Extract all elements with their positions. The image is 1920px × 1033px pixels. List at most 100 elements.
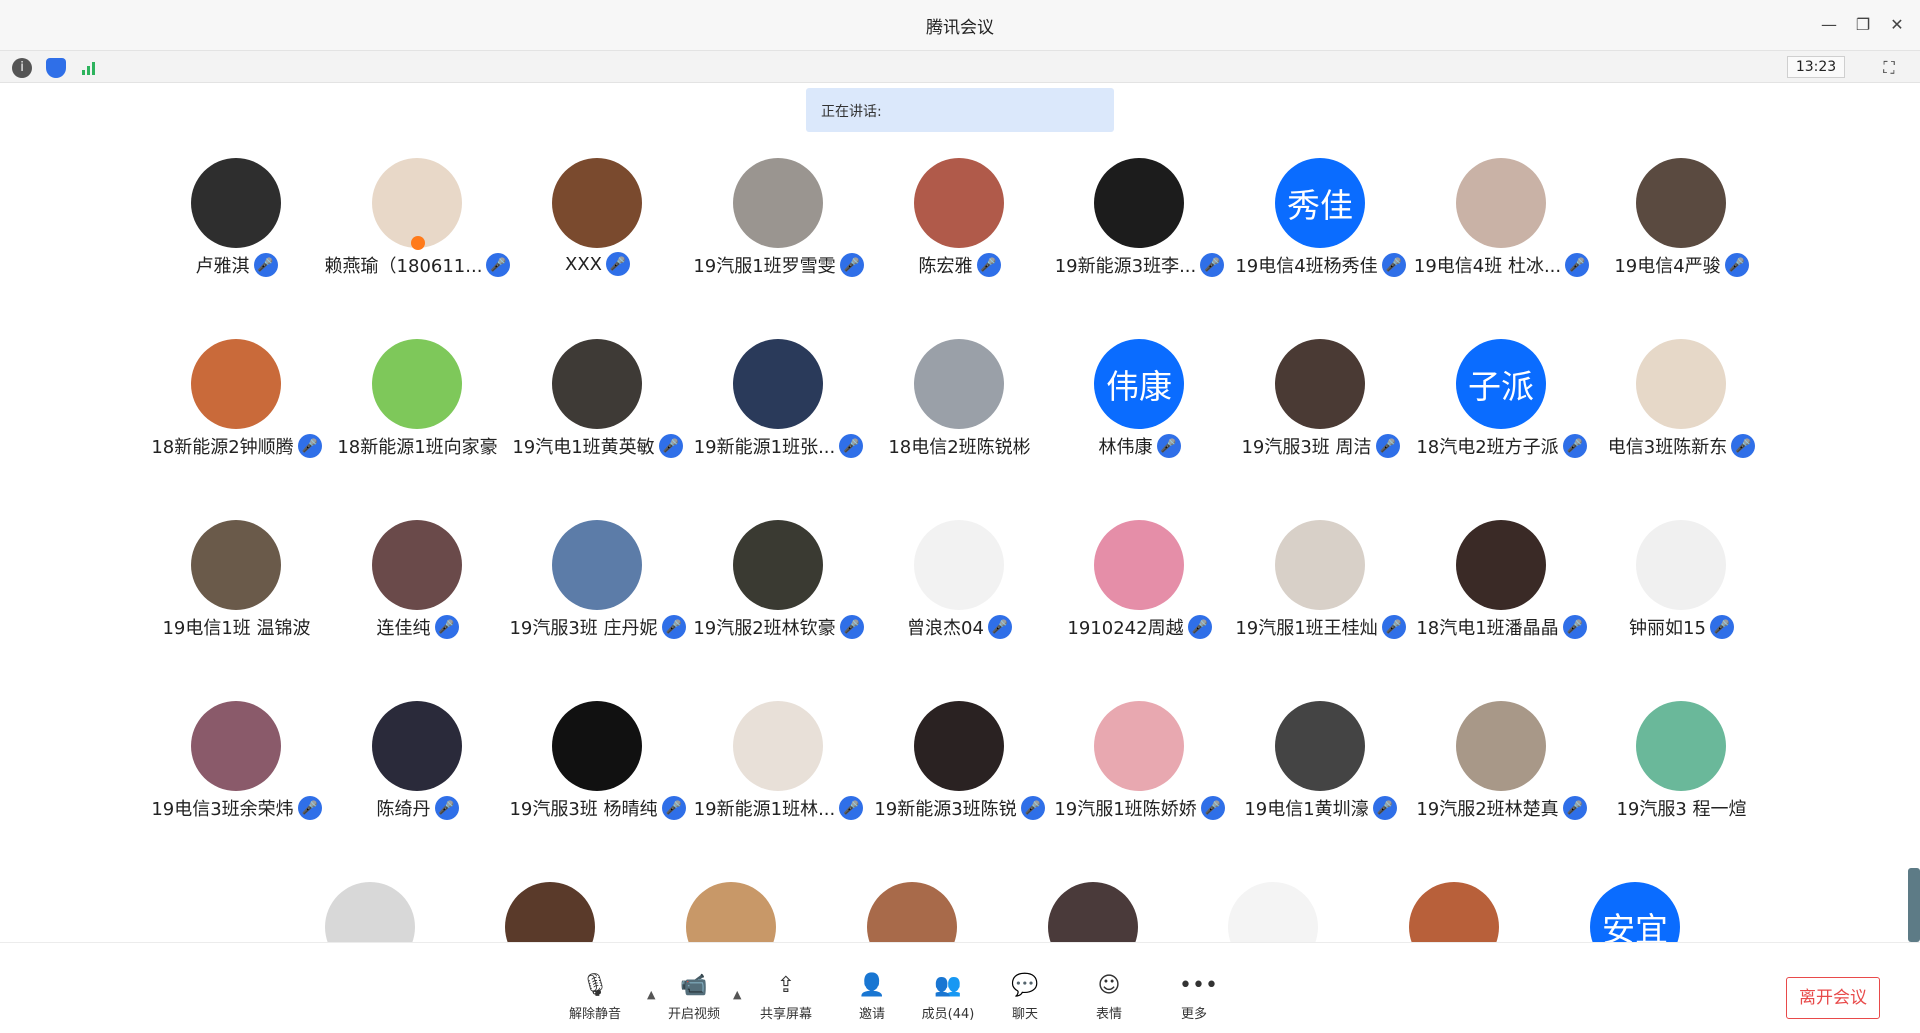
- avatar: [1275, 520, 1365, 610]
- participant-name: 电信3班陈新东: [1607, 437, 1728, 458]
- avatar: [191, 701, 281, 791]
- unmute-button[interactable]: 🎙 解除静音: [555, 973, 635, 1022]
- avatar: 子派: [1456, 339, 1546, 429]
- emoji-button[interactable]: ☺ 表情: [1069, 973, 1149, 1022]
- participant-tile[interactable]: 19汽服1班王桂灿 🎤: [1230, 512, 1411, 662]
- avatar: [1456, 701, 1546, 791]
- avatar: [733, 520, 823, 610]
- avatar: [372, 339, 462, 429]
- participant-tile[interactable]: 19汽服3班 杨晴纯 🎤: [507, 693, 688, 843]
- participant-tile[interactable]: 赖燕瑜（180611... 🎤: [324, 150, 511, 300]
- share-screen-label: 共享屏幕: [759, 1007, 812, 1022]
- participant-tile[interactable]: 曾浪杰04 🎤: [869, 512, 1050, 662]
- participant-tile[interactable]: [822, 874, 1003, 942]
- mic-icon: 🎤: [1731, 434, 1756, 458]
- avatar: [733, 701, 823, 791]
- shield-icon[interactable]: [46, 58, 66, 78]
- avatar: [552, 520, 642, 610]
- participant-tile[interactable]: XXX 🎤: [507, 150, 688, 300]
- participant-tile[interactable]: 19汽服3班 周洁 🎤: [1230, 331, 1411, 481]
- participant-tile[interactable]: 19汽服1班罗雪雯 🎤: [688, 150, 869, 300]
- participant-tile[interactable]: 19汽服1班陈娇娇 🎤: [1049, 693, 1230, 843]
- participant-tile[interactable]: 19新能源3班陈锐 🎤: [869, 693, 1050, 843]
- start-video-button[interactable]: 📹 开启视频: [654, 973, 734, 1022]
- participant-tile[interactable]: 19电信1班 温锦波: [146, 512, 327, 662]
- participant-tile[interactable]: 1910242周越 🎤: [1049, 512, 1230, 662]
- mic-icon: 🎤: [1187, 615, 1212, 639]
- avatar: [1275, 701, 1365, 791]
- avatar: [552, 158, 642, 248]
- participant-tile[interactable]: 安宜: [1545, 874, 1726, 942]
- title-bar: 腾讯会议 — ❐ ✕: [0, 0, 1920, 50]
- participant-grid: 卢雅淇 🎤 赖燕瑜（180611... 🎤 XXX 🎤 19汽服1班罗雪雯 🎤 陈宏雅 🎤 19新能…: [0, 150, 1920, 942]
- scrollbar[interactable]: [1908, 868, 1920, 942]
- participant-tile[interactable]: 19汽服3 程一煊: [1591, 693, 1772, 843]
- participant-tile[interactable]: 卢雅淇 🎤: [146, 150, 327, 300]
- participant-name: 19新能源1班林...: [693, 799, 836, 820]
- participant-tile[interactable]: 18汽电1班潘晶晶 🎤: [1411, 512, 1592, 662]
- participant-tile[interactable]: 19电信4严骏 🎤: [1591, 150, 1772, 300]
- participant-name: 18汽电1班潘晶晶: [1416, 618, 1559, 639]
- participant-name: 19汽服3班 周洁: [1241, 437, 1372, 458]
- participant-tile[interactable]: 18新能源2钟顺腾 🎤: [146, 331, 327, 481]
- participant-tile[interactable]: 19新能源1班林... 🎤: [688, 693, 869, 843]
- participant-tile[interactable]: 18电信2班陈锐彬: [869, 331, 1050, 481]
- participant-tile[interactable]: [460, 874, 641, 942]
- avatar: [1456, 158, 1546, 248]
- participant-tile[interactable]: 19汽服2班林楚真 🎤: [1411, 693, 1592, 843]
- participant-tile[interactable]: [1003, 874, 1184, 942]
- participant-tile[interactable]: 陈绮丹 🎤: [327, 693, 508, 843]
- participant-tile[interactable]: 钟丽如15 🎤: [1591, 512, 1772, 662]
- more-button[interactable]: ••• 更多: [1154, 973, 1234, 1022]
- mic-icon: 🎤: [606, 252, 630, 276]
- participant-name: 赖燕瑜（180611...: [324, 256, 483, 277]
- participant-tile[interactable]: 伟康 林伟康 🎤: [1049, 331, 1230, 481]
- participant-name: 卢雅淇: [195, 256, 250, 277]
- participant-name: 18汽电2班方子派: [1416, 437, 1559, 458]
- participant-name: 18电信2班陈锐彬: [888, 437, 1031, 458]
- participant-tile[interactable]: 19新能源1班张... 🎤: [688, 331, 869, 481]
- avatar: [914, 158, 1004, 248]
- participant-tile[interactable]: [1364, 874, 1545, 942]
- invite-button[interactable]: 👤 邀请: [832, 973, 912, 1022]
- participant-tile[interactable]: 秀佳 19电信4班杨秀佳 🎤: [1230, 150, 1411, 300]
- fullscreen-icon[interactable]: ⛶: [1878, 57, 1900, 79]
- close-icon[interactable]: ✕: [1886, 14, 1908, 36]
- members-button[interactable]: 👥 成员(44): [908, 973, 988, 1022]
- participant-tile[interactable]: [1183, 874, 1364, 942]
- participant-tile[interactable]: 19汽服2班林钦豪 🎤: [688, 512, 869, 662]
- participant-tile[interactable]: 陈宏雅 🎤: [869, 150, 1050, 300]
- participant-tile[interactable]: 19电信4班 杜冰... 🎤: [1411, 150, 1592, 300]
- mic-icon: 🎤: [1724, 253, 1749, 277]
- emoji-label: 表情: [1095, 1007, 1122, 1022]
- participant-tile[interactable]: 19汽电1班黄英敏 🎤: [507, 331, 688, 481]
- participant-tile[interactable]: 子派 18汽电2班方子派 🎤: [1411, 331, 1592, 481]
- participant-name: 19新能源3班李...: [1054, 256, 1197, 277]
- info-icon[interactable]: i: [12, 58, 32, 78]
- share-screen-button[interactable]: ⇪ 共享屏幕: [746, 973, 826, 1022]
- window-title: 腾讯会议: [926, 18, 994, 38]
- restore-icon[interactable]: ❐: [1852, 14, 1874, 36]
- participant-tile[interactable]: 19电信1黄圳濠 🎤: [1230, 693, 1411, 843]
- avatar: [1094, 158, 1184, 248]
- participant-tile[interactable]: 19汽服3班 庄丹妮 🎤: [507, 512, 688, 662]
- participant-name: 陈宏雅: [918, 256, 973, 277]
- signal-icon[interactable]: [80, 59, 100, 77]
- avatar: 伟康: [1094, 339, 1184, 429]
- participant-name: 连佳纯: [376, 618, 431, 639]
- participant-tile[interactable]: 连佳纯 🎤: [327, 512, 508, 662]
- participant-tile[interactable]: 18新能源1班向家豪: [327, 331, 508, 481]
- participant-tile[interactable]: 19电信3班余荣炜 🎤: [146, 693, 327, 843]
- leave-meeting-button[interactable]: 离开会议: [1786, 977, 1880, 1019]
- minimize-icon[interactable]: —: [1818, 14, 1840, 36]
- invite-icon: 👤: [858, 973, 886, 998]
- avatar: [733, 339, 823, 429]
- participant-tile[interactable]: [280, 874, 461, 942]
- participant-tile[interactable]: 电信3班陈新东 🎤: [1591, 331, 1772, 481]
- avatar: [325, 882, 415, 942]
- participant-tile[interactable]: [641, 874, 822, 942]
- chat-button[interactable]: 💬 聊天: [985, 973, 1065, 1022]
- participant-tile[interactable]: 19新能源3班李... 🎤: [1049, 150, 1230, 300]
- video-options-caret-icon[interactable]: ▲: [733, 988, 741, 1001]
- participant-name: 19汽服3班 庄丹妮: [509, 618, 658, 639]
